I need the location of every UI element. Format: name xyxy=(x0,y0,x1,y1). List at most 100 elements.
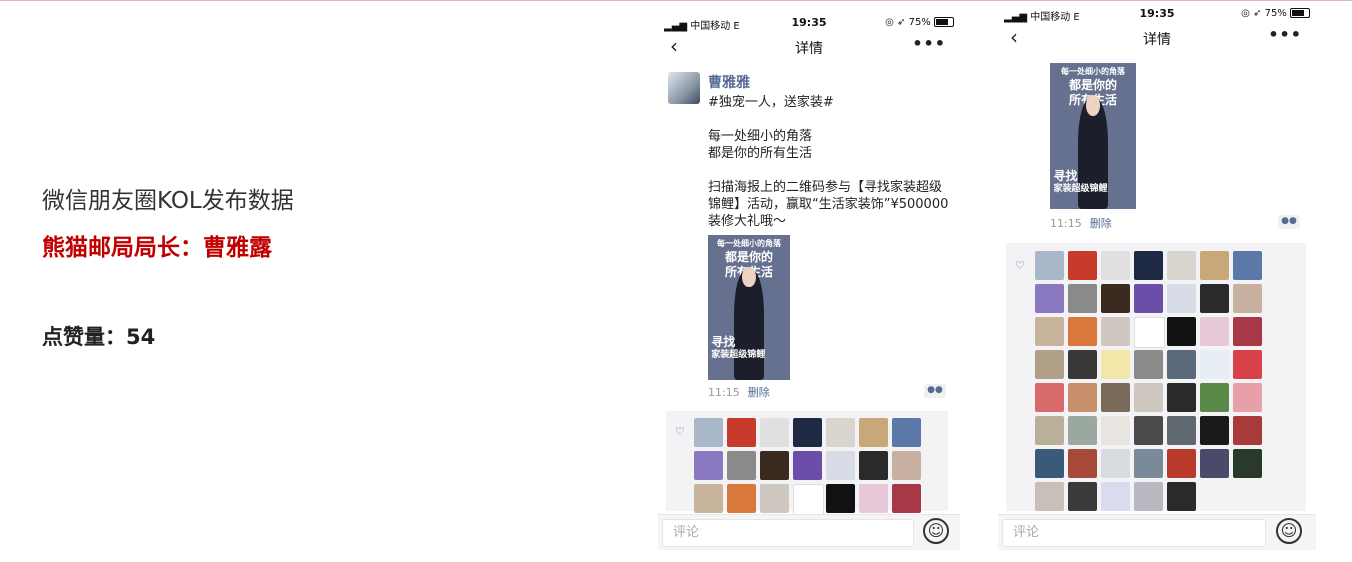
comment-bar: 评论 ☺ xyxy=(998,514,1316,550)
like-avatar[interactable] xyxy=(892,484,921,513)
post-poster-image[interactable]: 每一处细小的角落 都是你的 所有生活 寻找 家装超级锦鲤 xyxy=(708,235,790,380)
like-avatar[interactable] xyxy=(760,484,789,513)
like-avatar[interactable] xyxy=(826,418,855,447)
like-avatar[interactable] xyxy=(1233,449,1262,478)
like-avatar[interactable] xyxy=(1101,350,1130,379)
poster-footer-2: 家装超级锦鲤 xyxy=(711,350,766,360)
like-avatar[interactable] xyxy=(859,418,888,447)
like-avatar[interactable] xyxy=(1134,449,1163,478)
author-avatar[interactable] xyxy=(668,72,700,104)
nav-bar: ‹ 详情 ••• xyxy=(998,23,1316,53)
post-meta: 11:15 删除 xyxy=(1050,215,1112,231)
like-avatar[interactable] xyxy=(1233,416,1262,445)
emoji-icon[interactable]: ☺ xyxy=(923,518,949,544)
like-avatar[interactable] xyxy=(1035,383,1064,412)
like-avatar[interactable] xyxy=(1200,416,1229,445)
like-avatar[interactable] xyxy=(1167,284,1196,313)
emoji-icon[interactable]: ☺ xyxy=(1276,518,1302,544)
like-avatar[interactable] xyxy=(1068,482,1097,511)
more-icon[interactable]: ••• xyxy=(1268,25,1302,44)
like-avatar[interactable] xyxy=(892,418,921,447)
like-avatar[interactable] xyxy=(694,451,723,480)
like-avatar[interactable] xyxy=(1035,482,1064,511)
like-avatar[interactable] xyxy=(1068,317,1097,346)
like-avatar[interactable] xyxy=(1200,449,1229,478)
like-avatar[interactable] xyxy=(1101,449,1130,478)
comment-input[interactable]: 评论 xyxy=(662,519,914,547)
like-avatar[interactable] xyxy=(1167,350,1196,379)
slide-subtitle: 熊猫邮局局长：曹雅露 xyxy=(42,235,272,261)
like-avatar[interactable] xyxy=(793,484,824,515)
like-avatar[interactable] xyxy=(727,484,756,513)
like-avatar[interactable] xyxy=(1167,416,1196,445)
like-avatar[interactable] xyxy=(892,451,921,480)
like-avatar[interactable] xyxy=(1035,449,1064,478)
like-avatar[interactable] xyxy=(1068,449,1097,478)
like-avatar[interactable] xyxy=(859,451,888,480)
author-name[interactable]: 曹雅雅 xyxy=(708,72,750,92)
like-avatar[interactable] xyxy=(1134,482,1163,511)
like-avatar[interactable] xyxy=(826,451,855,480)
status-bar: ▂▄▆ 中国移动 E 19:35 ◎ ➶ 75% xyxy=(658,14,960,32)
like-avatar[interactable] xyxy=(760,418,789,447)
more-actions-button[interactable]: ●● xyxy=(1278,215,1300,229)
like-avatar[interactable] xyxy=(1101,416,1130,445)
like-avatar[interactable] xyxy=(1068,251,1097,280)
like-avatar[interactable] xyxy=(1200,251,1229,280)
like-avatar[interactable] xyxy=(1101,482,1130,511)
like-avatar[interactable] xyxy=(1233,251,1262,280)
delete-link[interactable]: 删除 xyxy=(1090,217,1112,230)
like-avatar[interactable] xyxy=(1233,383,1262,412)
like-avatar[interactable] xyxy=(1200,317,1229,346)
like-avatar[interactable] xyxy=(1068,350,1097,379)
like-avatar[interactable] xyxy=(1101,383,1130,412)
like-avatar[interactable] xyxy=(1134,383,1163,412)
like-avatar[interactable] xyxy=(1167,383,1196,412)
like-avatar[interactable] xyxy=(1035,284,1064,313)
comment-input[interactable]: 评论 xyxy=(1002,519,1266,547)
like-avatar[interactable] xyxy=(1035,317,1064,346)
nav-bar: ‹ 详情 ••• xyxy=(658,32,960,62)
like-avatar[interactable] xyxy=(1200,350,1229,379)
like-avatar[interactable] xyxy=(1233,317,1262,346)
like-avatar[interactable] xyxy=(1134,251,1163,280)
like-avatar[interactable] xyxy=(1233,350,1262,379)
post-poster-image[interactable]: 每一处细小的角落 都是你的 所有生活 寻找 家装超级锦鲤 xyxy=(1050,63,1136,209)
like-avatar[interactable] xyxy=(793,451,822,480)
like-avatar[interactable] xyxy=(1035,251,1064,280)
post-time: 11:15 xyxy=(708,386,740,399)
like-avatar[interactable] xyxy=(1167,449,1196,478)
like-avatar[interactable] xyxy=(1101,284,1130,313)
like-avatar[interactable] xyxy=(1134,350,1163,379)
like-avatar[interactable] xyxy=(826,484,855,513)
like-avatar[interactable] xyxy=(1200,383,1229,412)
more-actions-button[interactable]: ●● xyxy=(924,384,946,398)
like-avatar[interactable] xyxy=(760,451,789,480)
like-avatar[interactable] xyxy=(1167,482,1196,511)
more-icon[interactable]: ••• xyxy=(912,34,946,53)
like-avatar[interactable] xyxy=(1035,416,1064,445)
like-avatar[interactable] xyxy=(793,418,822,447)
like-avatar[interactable] xyxy=(1068,383,1097,412)
like-avatar[interactable] xyxy=(1035,350,1064,379)
like-avatar[interactable] xyxy=(1134,416,1163,445)
like-avatar[interactable] xyxy=(1233,284,1262,313)
like-avatar[interactable] xyxy=(1167,317,1196,346)
like-avatar[interactable] xyxy=(1068,416,1097,445)
like-count: 点赞量：54 xyxy=(42,325,156,349)
like-avatar[interactable] xyxy=(727,418,756,447)
poster-face xyxy=(742,266,756,288)
like-avatar[interactable] xyxy=(694,418,723,447)
like-avatar[interactable] xyxy=(1200,284,1229,313)
like-avatar[interactable] xyxy=(1134,284,1163,313)
slide-title: 微信朋友圈KOL发布数据 xyxy=(42,188,294,214)
like-avatar[interactable] xyxy=(1068,284,1097,313)
like-avatar[interactable] xyxy=(1101,251,1130,280)
like-avatar[interactable] xyxy=(1134,317,1165,348)
like-avatar[interactable] xyxy=(694,484,723,513)
like-avatar[interactable] xyxy=(1101,317,1130,346)
like-avatar[interactable] xyxy=(1167,251,1196,280)
like-avatar[interactable] xyxy=(859,484,888,513)
delete-link[interactable]: 删除 xyxy=(748,386,770,399)
like-avatar[interactable] xyxy=(727,451,756,480)
